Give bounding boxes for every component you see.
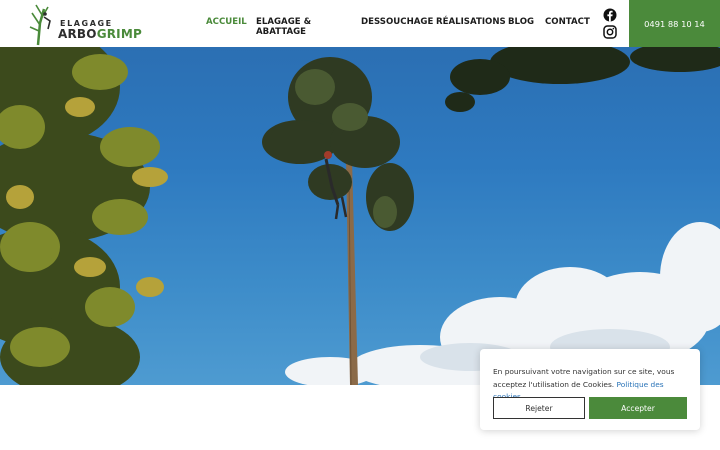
facebook-icon[interactable] [603, 8, 617, 22]
nav-item-accueil[interactable]: ACCUEIL [206, 17, 256, 37]
site-header: ELAGAGE ARBOGRIMP ACCUEIL ELAGAGE & ABAT… [0, 0, 720, 47]
nav-item-realisations[interactable]: RÉALISATIONS [436, 17, 508, 37]
nav-item-dessouchage[interactable]: DESSOUCHAGE [361, 17, 436, 37]
hero-image [0, 47, 720, 385]
tree-climber-photo [0, 47, 720, 385]
reject-cookies-button[interactable]: Rejeter [493, 397, 585, 419]
nav-item-blog[interactable]: BLOG [508, 17, 545, 37]
social-links [603, 8, 619, 42]
phone-button[interactable]: 0491 88 10 14 [629, 0, 720, 47]
instagram-icon[interactable] [603, 25, 617, 39]
cookie-banner: En poursuivant votre navigation sur ce s… [480, 349, 700, 430]
accept-cookies-button[interactable]: Accepter [589, 397, 687, 419]
nav-item-elagage-abattage[interactable]: ELAGAGE & ABATTAGE [256, 17, 361, 37]
nav-item-contact[interactable]: CONTACT [545, 17, 590, 37]
main-nav: ACCUEIL ELAGAGE & ABATTAGE DESSOUCHAGE R… [206, 17, 590, 37]
site-logo[interactable]: ELAGAGE ARBOGRIMP [24, 3, 142, 46]
logo-brand: ARBOGRIMP [58, 27, 142, 41]
